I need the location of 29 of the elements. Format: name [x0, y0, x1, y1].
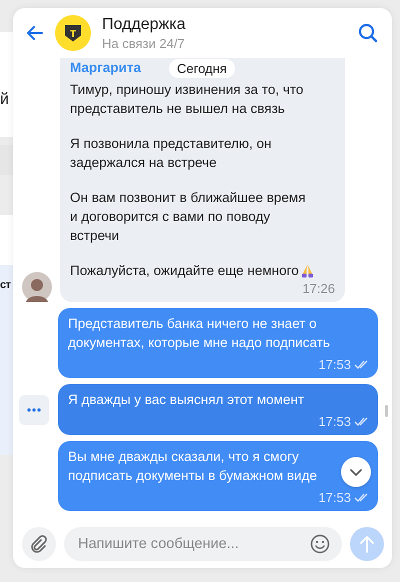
- more-button[interactable]: [19, 394, 49, 424]
- message-input[interactable]: Напишите сообщение...: [64, 527, 342, 561]
- message-text: Он вам позвонит в ближайшее время и договорится с вами по поводу встречи: [70, 189, 307, 245]
- back-arrow-icon[interactable]: [27, 26, 43, 40]
- emoji-icon[interactable]: [310, 534, 330, 554]
- arrow-up-icon: [359, 535, 375, 553]
- text-fragment: ст: [0, 279, 11, 291]
- attach-button[interactable]: [22, 527, 56, 561]
- message-time: 17:53: [318, 356, 351, 374]
- chat-status: На связи 24/7: [102, 36, 186, 50]
- chat-title: Поддержка: [102, 16, 186, 34]
- message-text: Тимур, приношу извинения за то, что представитель не вышел на связь: [70, 81, 304, 118]
- dots-icon: [27, 408, 41, 412]
- text-fragment: й: [0, 90, 9, 108]
- message-text: Пожалуйста, ожидайте еще немного: [70, 262, 299, 280]
- message-text: Представитель банка ничего не знает о документах, которые мне надо подписать: [68, 315, 330, 352]
- search-icon[interactable]: [358, 23, 378, 43]
- message-text: Я дважды у вас выяснял этот момент: [68, 391, 306, 409]
- message-time: 17:53: [318, 489, 351, 507]
- message-text: Вы мне дважды сказали, что я смогу подписать документы в бумажном виде: [68, 448, 318, 485]
- message-text: Я позвонила представителю, он задержался на встрече: [70, 135, 272, 172]
- paperclip-icon: [30, 535, 48, 553]
- date-label: Сегодня: [169, 59, 235, 78]
- message-time: 17:26: [302, 280, 335, 298]
- support-logo: т: [55, 15, 91, 51]
- chevron-down-icon: [350, 468, 362, 476]
- author-name: Маргарита: [70, 59, 141, 77]
- message-time: 17:53: [318, 413, 351, 431]
- avatar-icon: [22, 272, 52, 302]
